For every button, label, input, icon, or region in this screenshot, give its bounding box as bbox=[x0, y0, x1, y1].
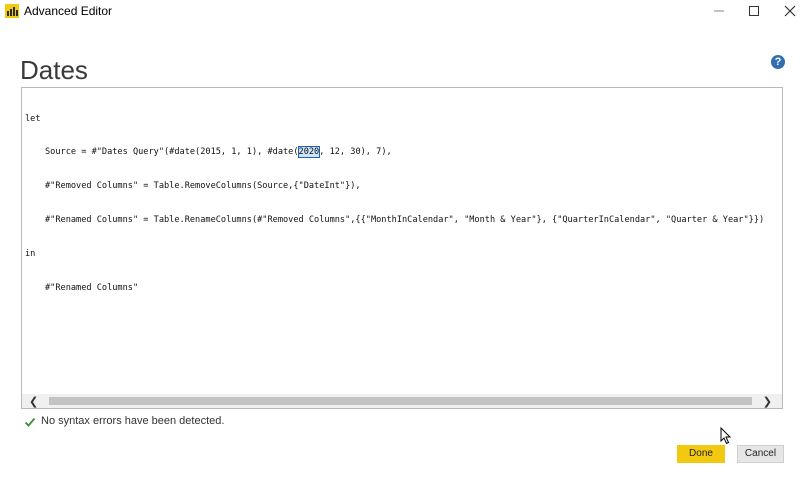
code-line: Source = #"Dates Query"(#date(2015, 1, 1… bbox=[25, 146, 764, 159]
window-title: Advanced Editor bbox=[24, 4, 113, 18]
maximize-icon bbox=[749, 6, 759, 16]
done-button[interactable]: Done bbox=[677, 445, 725, 463]
page-title: Dates bbox=[20, 55, 88, 86]
code-text-in: in bbox=[25, 249, 36, 260]
title-bar: Advanced Editor bbox=[0, 0, 800, 22]
selected-text: 2020 bbox=[297, 146, 321, 159]
close-button[interactable] bbox=[770, 0, 800, 22]
code-line: #"Renamed Columns" = Table.RenameColumns… bbox=[25, 215, 764, 226]
close-icon bbox=[784, 5, 796, 17]
code-text-result: #"Renamed Columns" bbox=[45, 283, 139, 294]
scroll-left-icon[interactable]: ❮ bbox=[29, 395, 38, 408]
maximize-button[interactable] bbox=[734, 0, 774, 22]
code-text-removed-columns: #"Removed Columns" = Table.RemoveColumns… bbox=[45, 181, 361, 192]
mouse-cursor-icon bbox=[720, 427, 732, 445]
scroll-right-icon[interactable]: ❯ bbox=[763, 395, 772, 408]
code-line: let bbox=[25, 114, 764, 125]
code-text-renamed-columns: #"Renamed Columns" = Table.RenameColumns… bbox=[45, 215, 765, 226]
scrollbar-thumb[interactable] bbox=[49, 397, 752, 405]
code-text-source: Source = #"Dates Query"(#date(2015, 1, 1… bbox=[45, 147, 299, 158]
code-line: #"Removed Columns" = Table.RemoveColumns… bbox=[25, 181, 764, 192]
minimize-icon bbox=[714, 10, 724, 12]
code-line: in bbox=[25, 249, 764, 260]
status-text: No syntax errors have been detected. bbox=[41, 415, 225, 427]
code-line: #"Renamed Columns" bbox=[25, 283, 764, 294]
code-text-let: let bbox=[25, 113, 41, 124]
minimize-button[interactable] bbox=[699, 0, 739, 22]
help-icon[interactable]: ? bbox=[771, 55, 785, 69]
horizontal-scrollbar[interactable]: ❮ ❯ bbox=[22, 394, 782, 408]
check-icon bbox=[24, 417, 36, 427]
code-text[interactable]: let Source = #"Dates Query"(#date(2015, … bbox=[25, 91, 764, 317]
cancel-button[interactable]: Cancel bbox=[737, 445, 784, 463]
code-editor[interactable]: let Source = #"Dates Query"(#date(2015, … bbox=[21, 87, 783, 409]
code-text-source-end: , 12, 30), 7), bbox=[319, 147, 392, 158]
power-bi-icon bbox=[5, 4, 19, 18]
